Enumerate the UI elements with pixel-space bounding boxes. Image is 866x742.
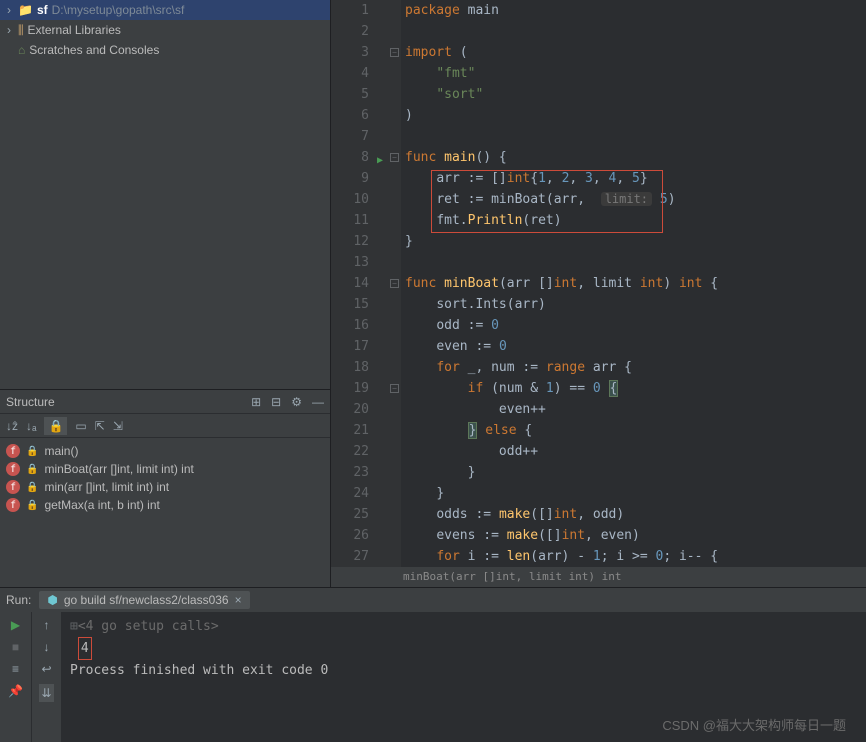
function-icon: f <box>6 444 20 458</box>
layout-icon[interactable]: ≡ <box>12 662 19 676</box>
structure-item-label: minBoat(arr []int, limit int) int <box>44 462 193 476</box>
tree-label: External Libraries <box>28 23 121 37</box>
structure-header: Structure ⊞ ⊟ ⚙ — <box>0 390 330 414</box>
run-tab-label: go build sf/newclass2/class036 <box>64 593 229 607</box>
lock-icon: 🔒 <box>26 446 38 457</box>
run-panel-header: Run: ⬢ go build sf/newclass2/class036 × <box>0 587 866 612</box>
filter-icon[interactable]: 🔒 <box>44 417 67 435</box>
console-output: 4 <box>78 637 92 660</box>
gutter[interactable]: 123 456 789 101112 131415 161718 192021 … <box>331 0 375 567</box>
structure-item-label: min(arr []int, limit int) int <box>44 480 169 494</box>
fold-icon[interactable]: − <box>390 153 399 162</box>
sort-alpha-icon[interactable]: ↓ẑ <box>6 419 18 433</box>
run-toolbar-left: ▶ ■ ≡ 📌 <box>0 612 32 742</box>
project-name: sf <box>37 3 48 17</box>
gutter-icons: ▶ <box>375 0 389 567</box>
run-tab[interactable]: ⬢ go build sf/newclass2/class036 × <box>39 591 249 609</box>
console-setup-line: <4 go setup calls> <box>78 619 219 634</box>
autoscroll-to-icon[interactable]: ⇱ <box>95 419 105 433</box>
sort-visibility-icon[interactable]: ↓ₐ <box>26 419 36 433</box>
go-icon: ⬢ <box>47 593 57 607</box>
settings-icon[interactable]: ⚙ <box>291 395 302 409</box>
collapse-all-icon[interactable]: ⊟ <box>271 395 281 409</box>
breadcrumb[interactable]: minBoat(arr []int, limit int) int <box>331 567 866 587</box>
fold-icon[interactable]: − <box>390 384 399 393</box>
fold-icon[interactable]: − <box>390 279 399 288</box>
code-area[interactable]: package main import ( "fmt" "sort" ) fun… <box>401 0 866 567</box>
console-exit-line: Process finished with exit code 0 <box>70 660 858 681</box>
lock-icon: 🔒 <box>26 500 38 511</box>
tree-root-sf[interactable]: › 📁 sf D:\mysetup\gopath\src\sf <box>0 0 330 20</box>
tree-item-scratches[interactable]: ⌂ Scratches and Consoles <box>0 40 330 60</box>
function-icon: f <box>6 480 20 494</box>
project-path: D:\mysetup\gopath\src\sf <box>52 3 185 17</box>
lock-icon: 🔒 <box>26 464 38 475</box>
structure-item-label: main() <box>44 444 78 458</box>
watermark: CSDN @福大大架构师每日一题 <box>662 715 846 734</box>
editor[interactable]: 123 456 789 101112 131415 161718 192021 … <box>331 0 866 587</box>
rerun-icon[interactable]: ▶ <box>11 618 20 632</box>
project-tree[interactable]: › 📁 sf D:\mysetup\gopath\src\sf › ⫼ Exte… <box>0 0 330 390</box>
expand-icon[interactable]: › <box>4 3 14 17</box>
tree-item-external-libs[interactable]: › ⫼ External Libraries <box>0 20 330 40</box>
run-label: Run: <box>6 593 31 607</box>
run-toolbar-inner: ↑ ↓ ↩ ⇊ <box>32 612 62 742</box>
fold-icon[interactable]: − <box>390 48 399 57</box>
structure-item-minboat[interactable]: f 🔒 minBoat(arr []int, limit int) int <box>2 460 328 478</box>
folder-icon: 📁 <box>18 3 33 17</box>
stop-icon[interactable]: ■ <box>12 640 19 654</box>
pin-icon[interactable]: 📌 <box>8 684 23 698</box>
down-icon[interactable]: ↓ <box>44 640 50 654</box>
expand-icon[interactable]: › <box>4 23 14 37</box>
structure-item-min[interactable]: f 🔒 min(arr []int, limit int) int <box>2 478 328 496</box>
run-gutter-icon[interactable]: ▶ <box>377 150 383 171</box>
lock-icon: 🔒 <box>26 482 38 493</box>
autoscroll-from-icon[interactable]: ⇲ <box>113 419 123 433</box>
fold-column: − − − − <box>389 0 401 567</box>
up-icon[interactable]: ↑ <box>44 618 50 632</box>
scroll-icon[interactable]: ⇊ <box>39 684 53 702</box>
minimize-icon[interactable]: — <box>312 395 324 409</box>
function-icon: f <box>6 462 20 476</box>
structure-item-getmax[interactable]: f 🔒 getMax(a int, b int) int <box>2 496 328 514</box>
structure-toolbar: ↓ẑ ↓ₐ 🔒 ▭ ⇱ ⇲ <box>0 414 330 438</box>
scratches-icon: ⌂ <box>18 43 25 57</box>
library-icon: ⫼ <box>18 23 24 38</box>
folding-icon[interactable]: ⊞ <box>70 619 78 634</box>
left-panel: › 📁 sf D:\mysetup\gopath\src\sf › ⫼ Exte… <box>0 0 331 587</box>
structure-title: Structure <box>6 395 55 409</box>
structure-panel: Structure ⊞ ⊟ ⚙ — ↓ẑ ↓ₐ 🔒 ▭ ⇱ ⇲ f 🔒 <box>0 390 330 587</box>
expand-all-icon[interactable]: ⊞ <box>251 395 261 409</box>
structure-item-label: getMax(a int, b int) int <box>44 498 159 512</box>
structure-item-main[interactable]: f 🔒 main() <box>2 442 328 460</box>
tree-label: Scratches and Consoles <box>29 43 159 57</box>
close-icon[interactable]: × <box>235 593 242 607</box>
wrap-icon[interactable]: ↩ <box>41 662 51 676</box>
function-icon: f <box>6 498 20 512</box>
folder-icon[interactable]: ▭ <box>75 419 86 433</box>
structure-list: f 🔒 main() f 🔒 minBoat(arr []int, limit … <box>0 438 330 518</box>
